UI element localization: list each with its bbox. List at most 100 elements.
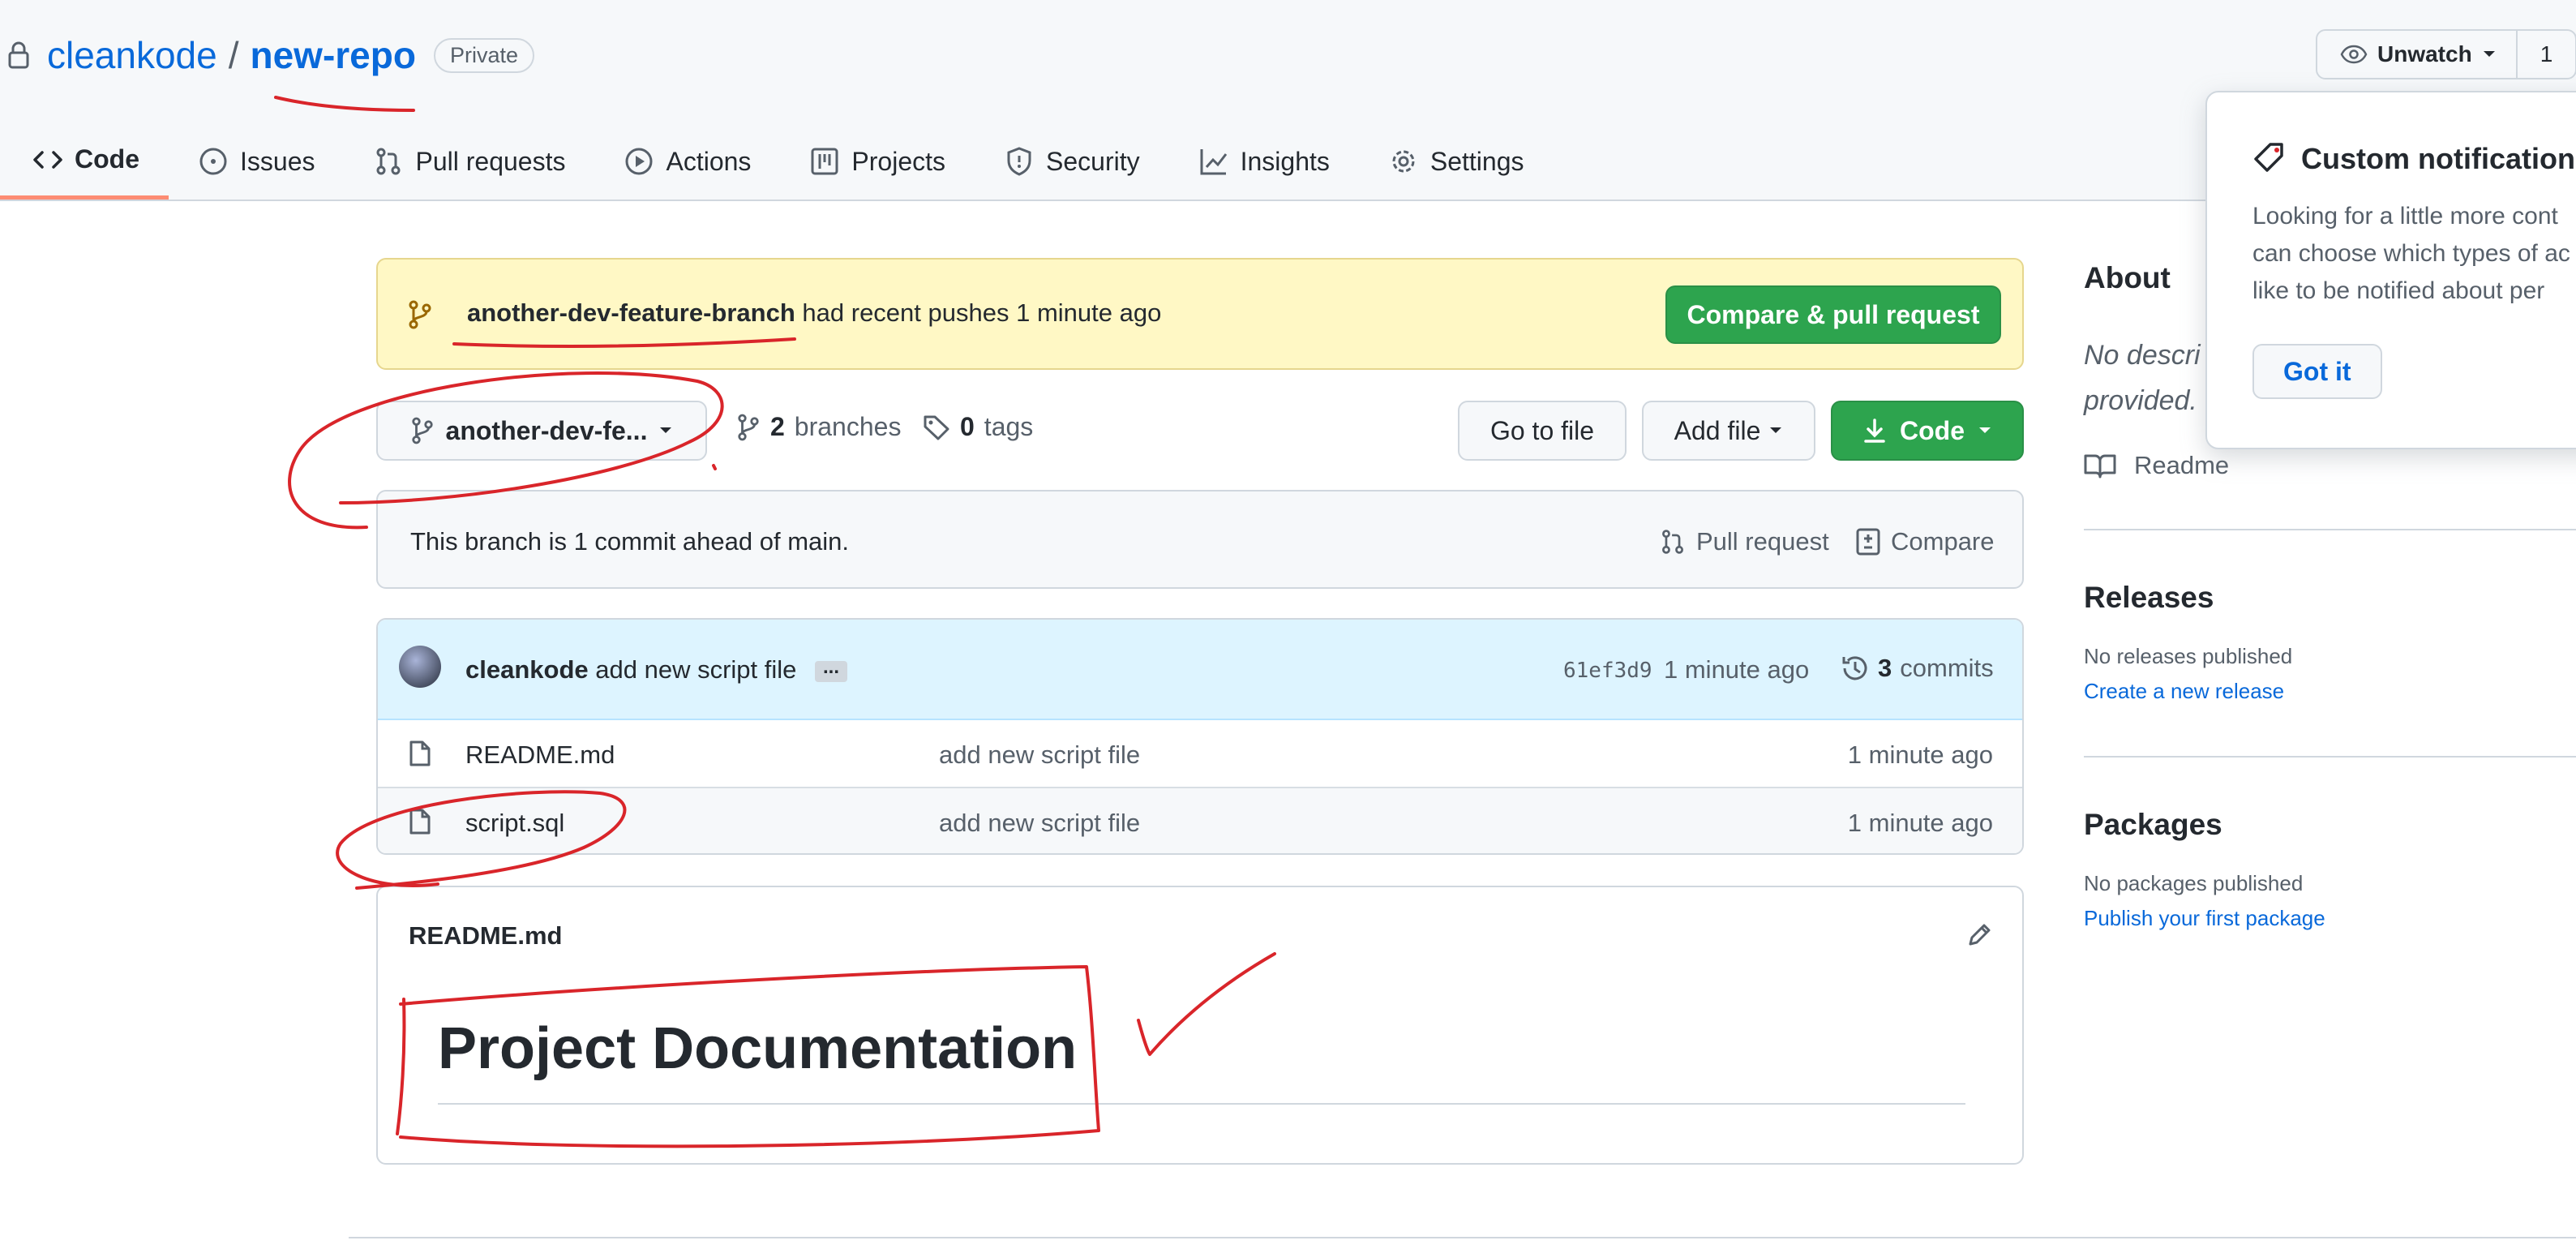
got-it-button[interactable]: Got it: [2252, 344, 2382, 399]
recent-push-text: another-dev-feature-branch had recent pu…: [467, 298, 1161, 328]
about-section: About: [2084, 261, 2171, 295]
packages-section: Packages No packages published Publish y…: [2084, 808, 2325, 931]
commit-sha-link[interactable]: 61ef3d9: [1563, 659, 1652, 683]
avatar[interactable]: [399, 646, 441, 688]
pull-request-link[interactable]: Pull request: [1659, 527, 1829, 556]
code-button-label: Code: [1900, 415, 1965, 445]
latest-commit-bar: cleankode add new script file ... 61ef3d…: [378, 620, 2022, 720]
branches-count: 2: [770, 412, 785, 441]
commits-label: commits: [1900, 654, 1994, 682]
project-board-icon: [809, 146, 840, 177]
compare-link[interactable]: Compare: [1855, 527, 1995, 556]
tab-settings[interactable]: Settings: [1359, 123, 1554, 200]
no-releases-text: No releases published: [2084, 644, 2293, 668]
watch-button-group: Unwatch 1: [2316, 29, 2576, 79]
file-icon: [409, 740, 431, 767]
tag-icon: [2252, 141, 2288, 177]
popover-line: can choose which types of ac: [2252, 240, 2570, 267]
branch-select-button[interactable]: another-dev-fe...: [376, 401, 707, 461]
latest-commit-summary: cleankode add new script file ...: [465, 655, 848, 685]
code-icon: [32, 144, 63, 175]
history-icon: [1841, 654, 1870, 683]
tab-label: Actions: [666, 146, 752, 176]
file-commit-message-link[interactable]: add new script file: [939, 809, 1140, 838]
tab-pull-requests[interactable]: Pull requests: [344, 123, 594, 200]
about-description-line: No descri: [2084, 340, 2201, 371]
commits-history-link[interactable]: 3 commits: [1841, 654, 1994, 683]
tags-label: tags: [984, 412, 1034, 441]
tab-label: Insights: [1240, 146, 1330, 176]
tab-actions[interactable]: Actions: [594, 123, 780, 200]
commits-count: 3: [1878, 654, 1892, 682]
file-listing: cleankode add new script file ... 61ef3d…: [376, 618, 2024, 855]
tag-icon: [923, 414, 950, 441]
commit-author-link[interactable]: cleankode: [465, 655, 589, 684]
branch-icon: [736, 414, 761, 441]
pull-request-label: Pull request: [1696, 527, 1829, 556]
file-commit-time: 1 minute ago: [1847, 740, 1993, 769]
tab-security[interactable]: Security: [975, 123, 1169, 200]
pencil-icon[interactable]: [1965, 921, 1993, 949]
watchers-count[interactable]: 1: [2518, 41, 2576, 67]
readme-sidebar-link[interactable]: Readme: [2084, 451, 2229, 480]
add-file-button[interactable]: Add file: [1642, 401, 1815, 461]
tab-label: Issues: [240, 146, 315, 176]
recent-push-branch-link[interactable]: another-dev-feature-branch: [467, 298, 795, 327]
issue-icon: [198, 146, 229, 177]
code-dropdown-button[interactable]: Code: [1831, 401, 2024, 461]
file-row: README.md add new script file 1 minute a…: [378, 720, 2022, 788]
compare-pull-request-button[interactable]: Compare & pull request: [1665, 285, 2001, 344]
chevron-down-icon: [2482, 49, 2497, 59]
tab-insights[interactable]: Insights: [1169, 123, 1359, 200]
no-packages-text: No packages published: [2084, 871, 2304, 895]
create-release-link[interactable]: Create a new release: [2084, 679, 2292, 704]
book-icon: [2084, 453, 2116, 479]
sidebar-divider: [2084, 756, 2576, 758]
tab-code[interactable]: Code: [0, 123, 169, 200]
readme-filename: README.md: [409, 921, 563, 950]
popover-line: like to be notified about per: [2252, 277, 2545, 304]
graph-icon: [1198, 146, 1229, 177]
shield-icon: [1004, 146, 1035, 177]
branch-icon: [410, 417, 435, 444]
branch-ahead-text: This branch is 1 commit ahead of main.: [410, 527, 850, 556]
download-icon: [1862, 418, 1887, 444]
popover-title: Custom notification s: [2252, 141, 2576, 177]
notification-popover: Custom notification s Looking for a litt…: [2205, 91, 2576, 449]
lock-icon: [8, 41, 29, 69]
file-row: script.sql add new script file 1 minute …: [378, 788, 2022, 853]
releases-section: Releases No releases published Create a …: [2084, 581, 2292, 704]
tab-issues[interactable]: Issues: [169, 123, 344, 200]
current-branch-label: another-dev-fe...: [445, 415, 648, 445]
tab-projects[interactable]: Projects: [780, 123, 975, 200]
about-description: No descri provided.: [2084, 333, 2201, 423]
readme-heading-divider: [438, 1103, 1965, 1105]
file-name-link[interactable]: script.sql: [465, 809, 564, 838]
about-title: About: [2084, 261, 2171, 294]
repo-name-link[interactable]: new-repo: [251, 33, 416, 77]
branch-status-box: This branch is 1 commit ahead of main. P…: [376, 490, 2024, 589]
popover-line: Looking for a little more cont: [2252, 203, 2558, 230]
commit-message-link[interactable]: add new script file: [595, 655, 796, 684]
file-commit-message-link[interactable]: add new script file: [939, 740, 1140, 770]
pull-request-icon: [373, 146, 404, 177]
tab-label: Code: [75, 144, 139, 174]
releases-title: Releases: [2084, 581, 2214, 614]
recent-push-banner: another-dev-feature-branch had recent pu…: [376, 258, 2024, 370]
gear-icon: [1388, 146, 1419, 177]
eye-icon: [2340, 45, 2368, 64]
tags-link[interactable]: 0 tags: [923, 412, 1033, 442]
publish-package-link[interactable]: Publish your first package: [2084, 906, 2325, 931]
chevron-down-icon: [1768, 426, 1783, 436]
go-to-file-button[interactable]: Go to file: [1458, 401, 1627, 461]
popover-body: Looking for a little more cont can choos…: [2252, 198, 2576, 310]
tags-count: 0: [960, 412, 975, 441]
repo-owner-link[interactable]: cleankode: [47, 33, 217, 77]
branches-link[interactable]: 2 branches: [736, 412, 901, 442]
commit-ellipsis-button[interactable]: ...: [815, 657, 848, 682]
add-file-label: Add file: [1674, 415, 1761, 445]
file-name-link[interactable]: README.md: [465, 740, 615, 770]
unwatch-button[interactable]: Unwatch: [2317, 31, 2518, 78]
chevron-down-icon: [658, 426, 673, 436]
readme-sidebar-label: Readme: [2134, 451, 2230, 479]
